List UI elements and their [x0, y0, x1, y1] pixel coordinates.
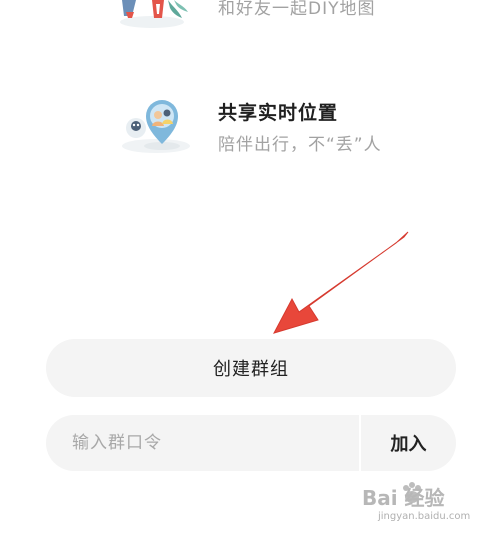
diy-map-illustration-icon — [120, 0, 188, 28]
watermark-url: jingyan.baidu.com — [378, 511, 471, 522]
feature-subtitle: 陪伴出行，不“丢”人 — [218, 135, 382, 155]
feature-title: 共享实时位置 — [218, 102, 339, 124]
watermark-brand: Bai 经验 — [362, 486, 445, 510]
join-button[interactable]: 加入 — [361, 415, 456, 471]
create-group-label: 创建群组 — [213, 359, 289, 380]
create-group-button[interactable]: 创建群组 — [46, 339, 456, 397]
group-code-input[interactable] — [46, 415, 358, 471]
share-location-illustration-icon — [122, 100, 190, 153]
paw-logo-icon — [403, 482, 421, 503]
feature-diy-map: 和好友一起DIY地图 — [0, 0, 497, 40]
join-button-label: 加入 — [390, 434, 427, 455]
join-group-bar: 加入 — [46, 415, 456, 471]
feature-subtitle: 和好友一起DIY地图 — [218, 0, 376, 19]
baidu-jingyan-watermark: Bai 经验 jingyan.baidu.com — [356, 480, 492, 532]
feature-share-location: 共享实时位置 陪伴出行，不“丢”人 — [0, 90, 497, 170]
